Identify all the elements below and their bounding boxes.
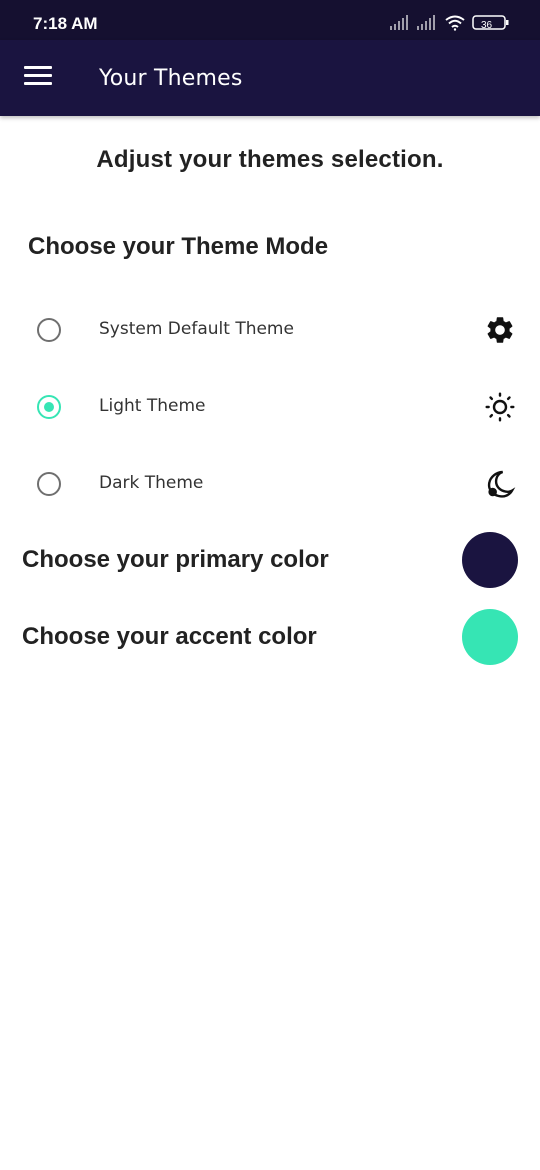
sun-icon bbox=[485, 392, 515, 422]
battery-level: 36 bbox=[481, 20, 493, 31]
option-label: System Default Theme bbox=[99, 319, 294, 339]
status-icons: 36 bbox=[390, 15, 509, 31]
option-label: Light Theme bbox=[99, 396, 206, 416]
page-heading: Adjust your themes selection. bbox=[96, 146, 444, 173]
app-title: Your Themes bbox=[99, 66, 243, 91]
signal-icon bbox=[390, 15, 408, 30]
radio-light-theme[interactable] bbox=[37, 395, 61, 419]
option-label: Dark Theme bbox=[99, 473, 204, 493]
accent-color-swatch[interactable] bbox=[462, 609, 518, 665]
status-time: 7:18 AM bbox=[33, 14, 98, 33]
primary-color-label: Choose your primary color bbox=[22, 546, 329, 573]
radio-system-default[interactable] bbox=[37, 318, 61, 342]
accent-color-label: Choose your accent color bbox=[22, 623, 317, 650]
moon-icon bbox=[487, 470, 516, 498]
menu-icon[interactable] bbox=[24, 66, 52, 90]
wifi-icon bbox=[445, 15, 465, 31]
primary-color-swatch[interactable] bbox=[462, 532, 518, 588]
theme-mode-title: Choose your Theme Mode bbox=[28, 233, 329, 260]
radio-dark-theme[interactable] bbox=[37, 472, 61, 496]
app-bar: Your Themes bbox=[0, 40, 540, 116]
option-system-default[interactable]: System Default Theme bbox=[0, 300, 540, 360]
status-bar: 7:18 AM 36 bbox=[0, 0, 540, 40]
option-light-theme[interactable]: Light Theme bbox=[0, 377, 540, 437]
gear-icon bbox=[487, 317, 513, 343]
signal-icon-2 bbox=[417, 15, 435, 30]
option-dark-theme[interactable]: Dark Theme bbox=[0, 454, 540, 514]
